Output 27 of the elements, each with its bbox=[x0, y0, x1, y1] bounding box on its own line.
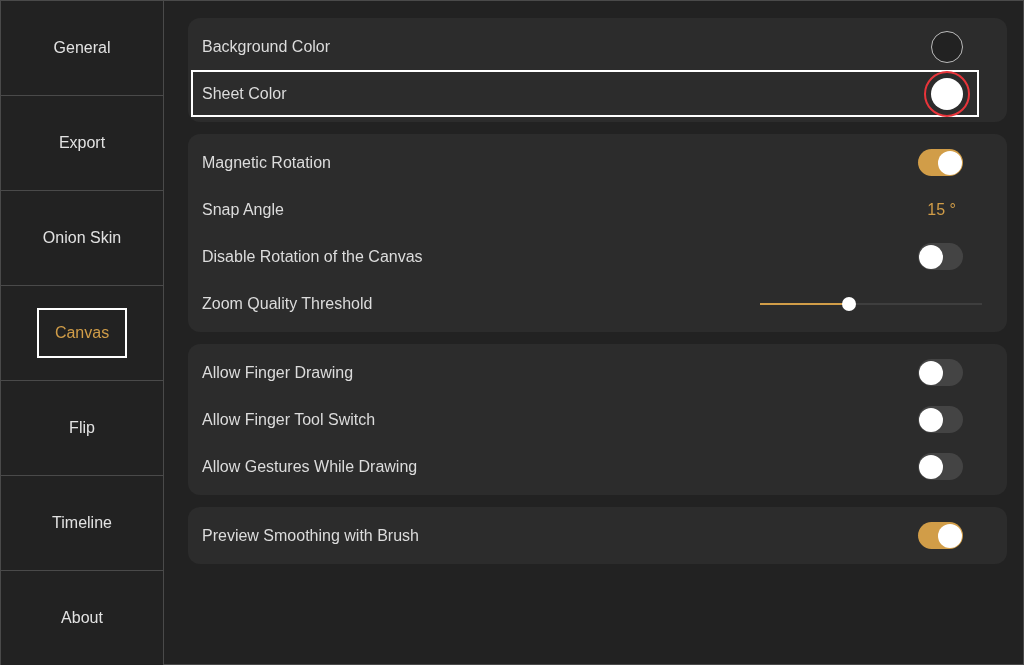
setting-label: Allow Finger Tool Switch bbox=[202, 410, 377, 429]
setting-label: Sheet Color bbox=[202, 84, 288, 103]
sidebar-tab[interactable]: Canvas bbox=[36, 308, 128, 358]
sidebar-tab[interactable]: Onion Skin bbox=[24, 213, 140, 263]
sidebar-tab[interactable]: General bbox=[35, 23, 129, 73]
setting-label: Zoom Quality Threshold bbox=[202, 294, 374, 313]
setting-label: Allow Gestures While Drawing bbox=[202, 457, 419, 476]
toggle-switch[interactable] bbox=[918, 453, 963, 480]
setting-label: Disable Rotation of the Canvas bbox=[202, 247, 424, 266]
toggle-switch[interactable] bbox=[918, 522, 963, 549]
toggle-switch[interactable] bbox=[918, 406, 963, 433]
toggle-switch[interactable] bbox=[918, 149, 963, 176]
toggle-switch[interactable] bbox=[918, 243, 963, 270]
sidebar-tab[interactable]: Export bbox=[40, 118, 124, 168]
setting-label: Snap Angle bbox=[202, 200, 285, 219]
sidebar-tab[interactable]: Flip bbox=[51, 403, 113, 453]
sidebar-tab[interactable]: About bbox=[43, 593, 121, 643]
sidebar-tab[interactable]: Timeline bbox=[34, 498, 130, 548]
color-swatch[interactable] bbox=[931, 30, 963, 63]
setting-label: Preview Smoothing with Brush bbox=[202, 526, 420, 545]
setting-label: Background Color bbox=[202, 37, 332, 56]
angle-value[interactable]: 15 ° bbox=[927, 200, 956, 219]
color-swatch[interactable] bbox=[931, 77, 963, 110]
slider-thumb[interactable] bbox=[841, 296, 856, 311]
setting-label: Allow Finger Drawing bbox=[202, 363, 355, 382]
toggle-switch[interactable] bbox=[918, 359, 963, 386]
setting-label: Magnetic Rotation bbox=[202, 153, 332, 172]
